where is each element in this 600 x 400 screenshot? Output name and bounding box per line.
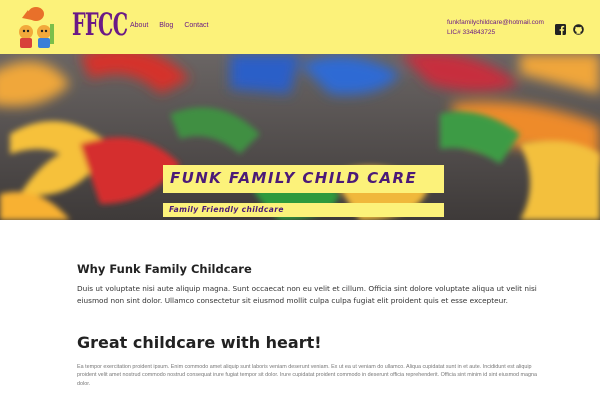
site-header: FFCC About Blog Contact funkfamilychildc… xyxy=(0,0,600,54)
great-childcare-paragraph: Ea tempor exercitation proident ipsum. E… xyxy=(77,364,538,387)
nav-contact-link[interactable]: Contact xyxy=(184,22,208,29)
facebook-icon[interactable] xyxy=(555,20,566,35)
why-paragraph: Duis ut voluptate nisi aute aliquip magn… xyxy=(77,284,537,305)
nav-blog-link[interactable]: Blog xyxy=(159,22,173,29)
hero-title: FUNK FAMILY CHILD CARE xyxy=(163,165,444,193)
contact-email[interactable]: funkfamilychildcare@hotmail.com xyxy=(447,18,544,28)
why-heading: Why Funk Family Childcare xyxy=(77,262,252,276)
great-childcare-heading: Great childcare with heart! xyxy=(77,333,322,352)
contact-info: funkfamilychildcare@hotmail.com LIC# 334… xyxy=(447,18,544,38)
main-nav: About Blog Contact xyxy=(130,22,208,29)
logo-icon[interactable] xyxy=(14,4,60,50)
hero-subtitle: Family Friendly childcare xyxy=(163,203,444,217)
hero-banner: FUNK FAMILY CHILD CARE Family Friendly c… xyxy=(0,54,600,220)
license-number: LIC# 334843725 xyxy=(447,29,496,36)
brand-logo-text[interactable]: FFCC xyxy=(72,7,128,43)
social-links xyxy=(555,20,584,35)
hero-background-image xyxy=(0,54,600,220)
nav-about-link[interactable]: About xyxy=(130,22,148,29)
github-icon[interactable] xyxy=(573,20,584,35)
